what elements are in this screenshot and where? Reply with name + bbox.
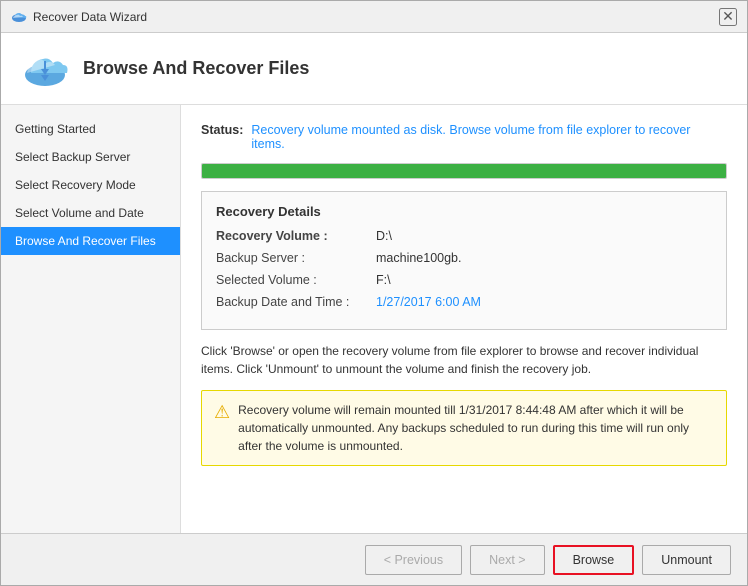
sidebar-item-getting-started[interactable]: Getting Started	[1, 115, 180, 143]
detail-value-backup-server: machine100gb.	[376, 251, 461, 265]
detail-row-backup-date: Backup Date and Time : 1/27/2017 6:00 AM	[216, 295, 712, 309]
header: Browse And Recover Files	[1, 33, 747, 105]
progress-bar-fill	[202, 164, 726, 178]
recovery-details-box: Recovery Details Recovery Volume : D:\ B…	[201, 191, 727, 330]
previous-button[interactable]: < Previous	[365, 545, 462, 575]
header-cloud-icon	[21, 45, 69, 93]
status-label: Status:	[201, 123, 243, 137]
close-button[interactable]: ✕	[719, 8, 737, 26]
warning-box: ⚠ Recovery volume will remain mounted ti…	[201, 390, 727, 466]
browse-button[interactable]: Browse	[553, 545, 635, 575]
app-icon	[11, 9, 27, 25]
detail-row-recovery-volume: Recovery Volume : D:\	[216, 229, 712, 243]
detail-label-backup-server: Backup Server :	[216, 251, 376, 265]
titlebar: Recover Data Wizard ✕	[1, 1, 747, 33]
body: Getting Started Select Backup Server Sel…	[1, 105, 747, 533]
progress-bar-container	[201, 163, 727, 179]
detail-value-selected-volume: F:\	[376, 273, 391, 287]
sidebar-item-backup-server[interactable]: Select Backup Server	[1, 143, 180, 171]
status-bar: Status: Recovery volume mounted as disk.…	[201, 123, 727, 151]
recovery-details-title: Recovery Details	[216, 204, 712, 219]
unmount-button[interactable]: Unmount	[642, 545, 731, 575]
info-text: Click 'Browse' or open the recovery volu…	[201, 342, 727, 378]
warning-text: Recovery volume will remain mounted till…	[238, 401, 714, 455]
detail-value-recovery-volume: D:\	[376, 229, 392, 243]
window-title: Recover Data Wizard	[33, 10, 147, 24]
footer: < Previous Next > Browse Unmount	[1, 533, 747, 585]
detail-label-backup-date: Backup Date and Time :	[216, 295, 376, 309]
warning-icon: ⚠	[214, 402, 230, 423]
status-text: Recovery volume mounted as disk. Browse …	[251, 123, 727, 151]
sidebar: Getting Started Select Backup Server Sel…	[1, 105, 181, 533]
content-area: Status: Recovery volume mounted as disk.…	[181, 105, 747, 533]
detail-value-backup-date: 1/27/2017 6:00 AM	[376, 295, 481, 309]
sidebar-item-volume-date[interactable]: Select Volume and Date	[1, 199, 180, 227]
next-button[interactable]: Next >	[470, 545, 544, 575]
sidebar-item-recovery-mode[interactable]: Select Recovery Mode	[1, 171, 180, 199]
titlebar-left: Recover Data Wizard	[11, 9, 147, 25]
sidebar-item-browse-recover[interactable]: Browse And Recover Files	[1, 227, 180, 255]
page-title: Browse And Recover Files	[83, 58, 309, 79]
detail-row-backup-server: Backup Server : machine100gb.	[216, 251, 712, 265]
detail-row-selected-volume: Selected Volume : F:\	[216, 273, 712, 287]
detail-label-selected-volume: Selected Volume :	[216, 273, 376, 287]
detail-label-recovery-volume: Recovery Volume :	[216, 229, 376, 243]
wizard-window: Recover Data Wizard ✕ Browse And Recover…	[0, 0, 748, 586]
